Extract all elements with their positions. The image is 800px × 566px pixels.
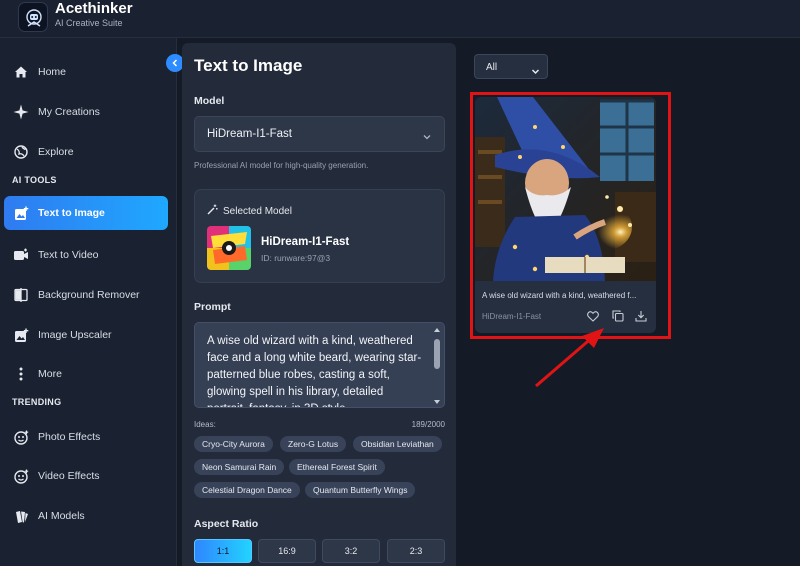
sidebar: Home My Creations Explore AI TOOLS Text …: [0, 38, 177, 566]
sparkle-icon: [4, 104, 38, 120]
sidebar-item-my-creations[interactable]: My Creations: [4, 95, 168, 129]
sidebar-item-label: Explore: [38, 146, 74, 158]
idea-chip[interactable]: Celestial Dragon Dance: [194, 482, 300, 498]
more-vertical-icon: [4, 367, 38, 381]
sidebar-item-text-to-image[interactable]: Text to Image: [4, 196, 168, 230]
scrollbar-thumb[interactable]: [434, 339, 440, 369]
sidebar-item-image-upscaler[interactable]: Image Upscaler: [4, 318, 168, 352]
results-filter-select[interactable]: All: [474, 54, 548, 79]
aspect-ratio-3-2[interactable]: 3:2: [322, 539, 380, 563]
text-to-image-panel: Text to Image Model HiDream-I1-Fast Prof…: [182, 43, 456, 566]
selected-model-id: ID: runware:97@3: [261, 253, 331, 263]
page-title: Text to Image: [194, 56, 303, 75]
model-thumbnail: [207, 226, 251, 270]
filter-value: All: [486, 62, 498, 73]
home-icon: [4, 65, 38, 79]
model-helper-text: Professional AI model for high-quality g…: [194, 161, 369, 170]
aspect-ratio-2-3[interactable]: 2:3: [387, 539, 445, 563]
app-name: Acethinker: [55, 0, 133, 17]
chevron-down-icon: [531, 63, 540, 81]
magic-wand-icon: [207, 204, 218, 218]
prompt-textarea[interactable]: A wise old wizard with a kind, weathered…: [194, 322, 445, 408]
ideas-row: Ideas: 189/2000: [194, 420, 445, 429]
character-count: 189/2000: [411, 420, 445, 429]
chevron-down-icon: [422, 129, 432, 147]
robot-logo-icon: [26, 9, 42, 27]
sidebar-item-label: AI Models: [38, 510, 85, 522]
model-label: Model: [194, 95, 225, 107]
idea-chip[interactable]: Quantum Butterfly Wings: [305, 482, 416, 498]
highlight-box: [470, 92, 671, 339]
chevron-left-icon: [172, 59, 178, 67]
idea-chip[interactable]: Ethereal Forest Spirit: [289, 459, 385, 475]
sidebar-item-video-effects[interactable]: Video Effects: [4, 459, 168, 493]
sidebar-item-label: Background Remover: [38, 289, 140, 301]
sidebar-item-home[interactable]: Home: [4, 55, 168, 89]
sidebar-item-label: Text to Image: [38, 207, 105, 219]
sidebar-item-label: Image Upscaler: [38, 329, 112, 341]
selected-model-heading: Selected Model: [223, 205, 292, 217]
prompt-text: A wise old wizard with a kind, weathered…: [207, 335, 422, 407]
photo-effects-icon: [4, 430, 38, 445]
ideas-label: Ideas:: [194, 420, 216, 429]
section-title-trending: TRENDING: [12, 397, 62, 407]
globe-icon: [4, 145, 38, 159]
sidebar-item-label: Video Effects: [38, 470, 100, 482]
prompt-scrollbar[interactable]: [432, 325, 442, 407]
idea-chip[interactable]: Cryo-City Aurora: [194, 436, 273, 452]
idea-chip[interactable]: Obsidian Leviathan: [353, 436, 442, 452]
split-frame-icon: [4, 288, 38, 302]
sidebar-item-label: Text to Video: [38, 249, 99, 261]
image-upscale-icon: [4, 328, 38, 343]
section-title-ai-tools: AI TOOLS: [12, 175, 57, 185]
sidebar-item-label: Home: [38, 66, 67, 78]
video-effects-icon: [4, 469, 38, 484]
sidebar-item-label: Photo Effects: [38, 431, 101, 443]
prompt-label: Prompt: [194, 301, 231, 313]
aspect-ratio-label: Aspect Ratio: [194, 518, 259, 530]
image-plus-icon: [4, 206, 38, 221]
aspect-ratio-16-9[interactable]: 16:9: [258, 539, 316, 563]
sidebar-item-more[interactable]: More: [4, 357, 168, 391]
sidebar-item-text-to-video[interactable]: Text to Video: [4, 238, 168, 272]
sidebar-item-background-remover[interactable]: Background Remover: [4, 278, 168, 312]
sidebar-item-ai-models[interactable]: AI Models: [4, 499, 168, 533]
idea-chip[interactable]: Zero-G Lotus: [280, 436, 347, 452]
aspect-ratio-1-1[interactable]: 1:1: [194, 539, 252, 563]
ai-models-icon: [4, 509, 38, 524]
selected-model-name: HiDream-I1-Fast: [261, 236, 350, 248]
model-select-value: HiDream-I1-Fast: [207, 128, 292, 140]
app-header: Acethinker AI Creative Suite: [0, 0, 800, 38]
red-arrow-icon: [535, 328, 604, 388]
model-select[interactable]: HiDream-I1-Fast: [194, 116, 445, 152]
sidebar-item-photo-effects[interactable]: Photo Effects: [4, 420, 168, 454]
sidebar-item-explore[interactable]: Explore: [4, 135, 168, 169]
selected-model-card: Selected Model HiDream-I1-Fast ID: runwa…: [194, 189, 445, 283]
video-plus-icon: [4, 248, 38, 262]
app-tagline: AI Creative Suite: [55, 18, 123, 28]
sidebar-item-label: More: [38, 368, 62, 380]
idea-chip[interactable]: Neon Samurai Rain: [194, 459, 285, 475]
sidebar-item-label: My Creations: [38, 106, 100, 118]
app-logo[interactable]: [18, 2, 48, 32]
